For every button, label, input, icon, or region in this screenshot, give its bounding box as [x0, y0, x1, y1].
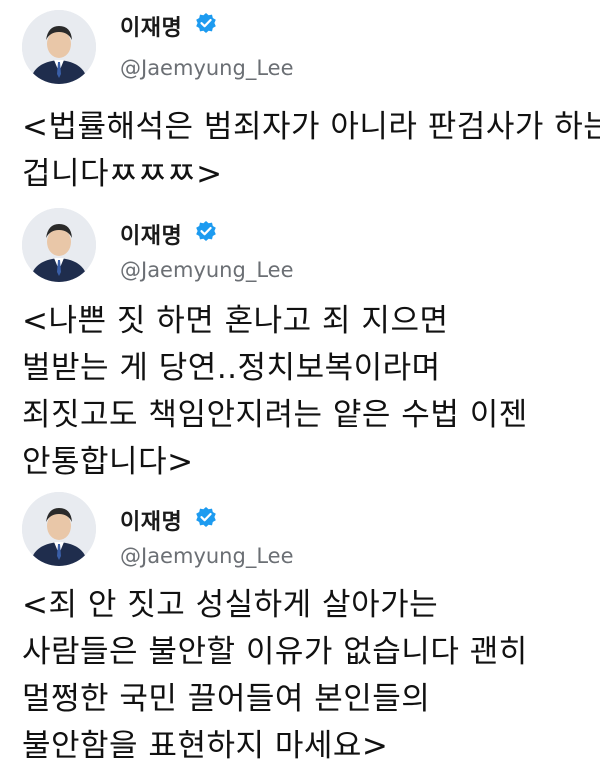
tweet-2: 이재명 @Jaemyung_Lee <나쁜 짓 하면 혼나고 죄 지으면 벌받는…	[0, 200, 600, 485]
tweet-1: 이재명 @Jaemyung_Lee <법률해석은 범죄자가 아니라 판검사가 하…	[0, 0, 600, 200]
handle[interactable]: @Jaemyung_Lee	[120, 544, 294, 568]
tweet-line: 불안함을 표현하지 마세요>	[22, 728, 389, 764]
handle[interactable]: @Jaemyung_Lee	[120, 56, 294, 80]
display-name[interactable]: 이재명	[120, 10, 182, 42]
tweet-text: <죄 안 짓고 성실하게 살아가는 사람들은 불안할 이유가 없습니다 괜히 멀…	[22, 582, 592, 770]
display-name[interactable]: 이재명	[120, 218, 182, 250]
avatar[interactable]	[22, 10, 96, 84]
tweet-3: 이재명 @Jaemyung_Lee <죄 안 짓고 성실하게 살아가는 사람들은…	[0, 488, 600, 765]
verified-badge-icon	[195, 12, 217, 34]
tweet-text: <법률해석은 범죄자가 아니라 판검사가 하는 겁니다ㅉㅉㅉ>	[22, 104, 600, 198]
tweet-line: 겁니다ㅉㅉㅉ>	[22, 156, 223, 192]
verified-badge-icon	[195, 506, 217, 528]
avatar[interactable]	[22, 492, 96, 566]
tweet-line: 사람들은 불안할 이유가 없습니다 괜히	[22, 634, 528, 670]
tweet-line: 벌받는 게 당연..정치보복이라며	[22, 350, 441, 386]
profile-photo-icon	[22, 492, 96, 566]
tweet-line: 안통합니다>	[22, 444, 194, 480]
handle[interactable]: @Jaemyung_Lee	[120, 258, 294, 282]
tweet-line: <나쁜 짓 하면 혼나고 죄 지으면	[22, 303, 449, 339]
display-name[interactable]: 이재명	[120, 504, 182, 536]
tweet-text: <나쁜 짓 하면 혼나고 죄 지으면 벌받는 게 당연..정치보복이라며 죄짓고…	[22, 298, 592, 486]
verified-badge-icon	[195, 220, 217, 242]
profile-photo-icon	[22, 208, 96, 282]
tweet-line: <법률해석은 범죄자가 아니라 판검사가 하는	[22, 109, 600, 145]
profile-photo-icon	[22, 10, 96, 84]
tweet-line: <죄 안 짓고 성실하게 살아가는	[22, 587, 439, 623]
tweet-line: 멀쩡한 국민 끌어들여 본인들의	[22, 681, 431, 717]
avatar[interactable]	[22, 208, 96, 282]
tweet-line: 죄짓고도 책임안지려는 얕은 수법 이젠	[22, 397, 528, 433]
